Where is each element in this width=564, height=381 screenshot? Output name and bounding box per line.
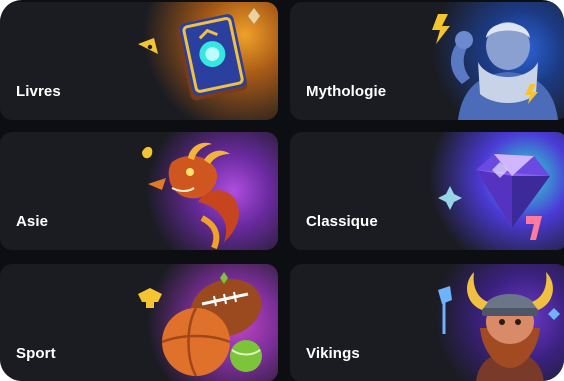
viking-icon bbox=[438, 272, 560, 381]
gem-icon bbox=[438, 154, 550, 240]
category-label: Classique bbox=[306, 213, 378, 230]
category-card-classique[interactable]: Classique bbox=[290, 132, 564, 250]
category-label: Sport bbox=[16, 345, 56, 362]
zeus-icon bbox=[432, 14, 558, 120]
dragon-icon bbox=[142, 142, 239, 250]
category-card-vikings[interactable]: Vikings bbox=[290, 264, 564, 381]
magic-book-icon bbox=[138, 8, 260, 101]
category-card-sport[interactable]: Sport bbox=[0, 264, 278, 381]
category-card-mythologie[interactable]: Mythologie bbox=[290, 2, 564, 120]
category-label: Mythologie bbox=[306, 83, 387, 100]
category-card-asie[interactable]: Asie bbox=[0, 132, 278, 250]
category-label: Asie bbox=[16, 213, 49, 230]
category-label: Livres bbox=[16, 83, 61, 100]
category-card-livres[interactable]: Livres bbox=[0, 2, 278, 120]
category-grid: Livres Mythologie Asie Classique Sport V… bbox=[0, 0, 564, 381]
category-label: Vikings bbox=[306, 345, 360, 362]
sports-balls-icon bbox=[138, 272, 262, 377]
